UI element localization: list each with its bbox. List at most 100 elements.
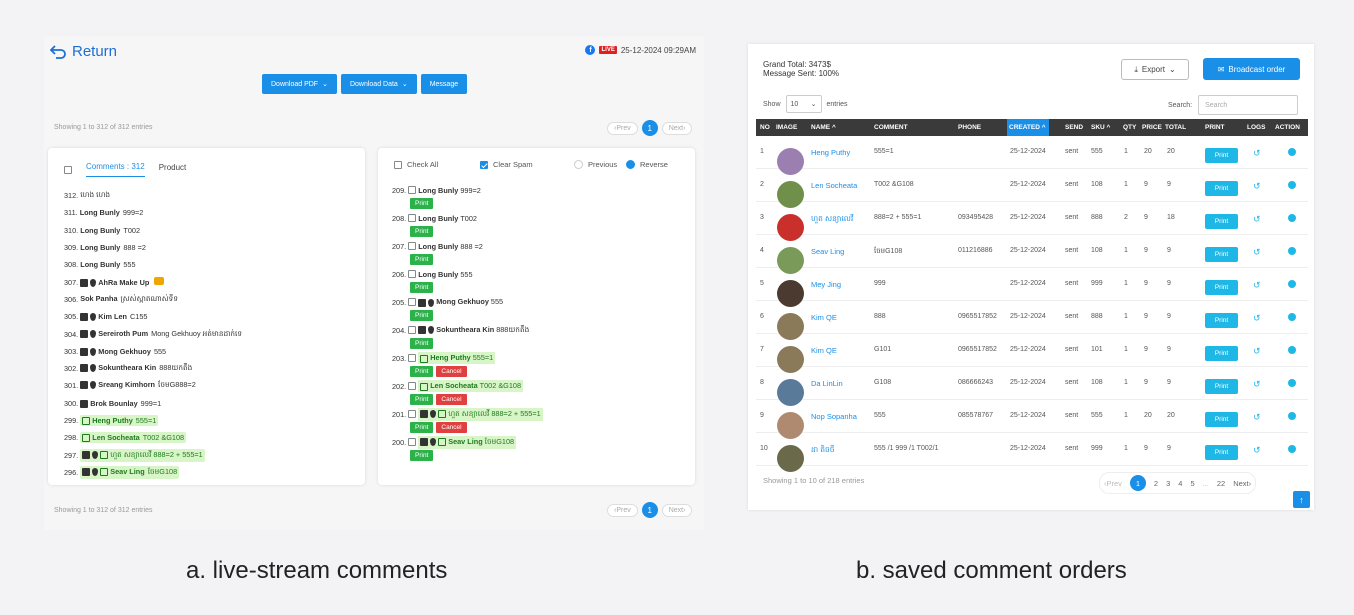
history-icon[interactable]: ↺ bbox=[1253, 247, 1261, 258]
cancel-button[interactable]: Cancel bbox=[436, 366, 467, 377]
print-button[interactable]: Print bbox=[410, 338, 434, 349]
print-button[interactable]: Print bbox=[1205, 445, 1238, 460]
history-icon[interactable]: ↺ bbox=[1253, 214, 1261, 225]
print-item-checkbox[interactable] bbox=[408, 354, 417, 362]
cell-name[interactable]: Kim QE bbox=[811, 346, 837, 355]
reverse-option[interactable]: Reverse bbox=[626, 160, 668, 169]
print-button[interactable]: Print bbox=[1205, 346, 1238, 361]
page-button[interactable]: 22 bbox=[1217, 479, 1225, 488]
message-button[interactable]: Message bbox=[420, 74, 468, 94]
print-button[interactable]: Print bbox=[410, 198, 434, 209]
page-1-button[interactable]: 1 bbox=[641, 502, 658, 518]
action-icon[interactable] bbox=[1288, 379, 1296, 387]
cell-name[interactable]: Da LinLin bbox=[811, 379, 843, 388]
cell-name[interactable]: ដា តិចចី bbox=[811, 445, 835, 456]
next-page-button[interactable]: Next› bbox=[661, 503, 693, 517]
cell-name[interactable]: Heng Puthy bbox=[811, 148, 850, 157]
print-button[interactable]: Print bbox=[410, 254, 434, 265]
column-header[interactable]: NAME ^ bbox=[811, 124, 836, 131]
history-icon[interactable]: ↺ bbox=[1253, 379, 1261, 390]
print-item-checkbox[interactable] bbox=[408, 438, 417, 446]
cell-name[interactable]: Nop Sopanha bbox=[811, 412, 857, 421]
page-1-button[interactable]: 1 bbox=[641, 120, 658, 136]
return-link[interactable]: Return bbox=[50, 43, 117, 60]
action-icon[interactable] bbox=[1288, 445, 1296, 453]
clear-spam-option[interactable]: Clear Spam bbox=[480, 160, 574, 169]
page-button[interactable]: 1 bbox=[1129, 475, 1146, 491]
print-button[interactable]: Print bbox=[410, 366, 434, 377]
tab-comments[interactable]: Comments : 312 bbox=[86, 162, 145, 177]
print-button[interactable]: Print bbox=[410, 394, 434, 405]
page-button[interactable]: 3 bbox=[1166, 479, 1170, 488]
print-item-checkbox[interactable] bbox=[408, 242, 417, 250]
next-page-button[interactable]: Next› bbox=[1233, 479, 1251, 488]
print-item-checkbox[interactable] bbox=[408, 214, 417, 222]
column-header[interactable]: CREATED ^ bbox=[1007, 119, 1049, 136]
cancel-button[interactable]: Cancel bbox=[436, 422, 467, 433]
action-icon[interactable] bbox=[1288, 412, 1296, 420]
cell-name[interactable]: Len Socheata bbox=[811, 181, 857, 190]
history-icon[interactable]: ↺ bbox=[1253, 346, 1261, 357]
cell-name[interactable]: Mey Jing bbox=[811, 280, 841, 289]
print-button[interactable]: Print bbox=[1205, 313, 1238, 328]
history-icon[interactable]: ↺ bbox=[1253, 280, 1261, 291]
print-button[interactable]: Print bbox=[410, 310, 434, 321]
print-item-checkbox[interactable] bbox=[408, 298, 417, 306]
previous-radio[interactable] bbox=[574, 160, 583, 169]
action-icon[interactable] bbox=[1288, 181, 1296, 189]
check-all-checkbox[interactable] bbox=[394, 160, 402, 169]
history-icon[interactable]: ↺ bbox=[1253, 445, 1261, 456]
cell-name[interactable]: Kim QE bbox=[811, 313, 837, 322]
prev-page-button[interactable]: ‹Prev bbox=[1104, 479, 1122, 488]
print-button[interactable]: Print bbox=[1205, 280, 1238, 295]
print-button[interactable]: Print bbox=[1205, 148, 1238, 163]
print-item-checkbox[interactable] bbox=[408, 270, 417, 278]
print-item-checkbox[interactable] bbox=[408, 186, 417, 194]
scroll-to-top-button[interactable]: ↑ bbox=[1293, 491, 1310, 508]
page-button[interactable]: 2 bbox=[1154, 479, 1158, 488]
history-icon[interactable]: ↺ bbox=[1253, 412, 1261, 423]
print-item-checkbox[interactable] bbox=[408, 410, 417, 418]
reverse-radio[interactable] bbox=[626, 160, 635, 169]
clear-spam-checkbox[interactable] bbox=[480, 160, 488, 169]
action-icon[interactable] bbox=[1288, 346, 1296, 354]
search-input[interactable]: Search bbox=[1198, 95, 1299, 115]
cancel-button[interactable]: Cancel bbox=[436, 394, 467, 405]
page-button[interactable]: 5 bbox=[1190, 479, 1194, 488]
select-all-checkbox[interactable] bbox=[64, 165, 72, 174]
print-button[interactable]: Print bbox=[410, 226, 434, 237]
cell-name[interactable]: Seav Ling bbox=[811, 247, 844, 256]
previous-option[interactable]: Previous bbox=[574, 160, 626, 169]
print-button[interactable]: Print bbox=[1205, 412, 1238, 427]
prev-page-button[interactable]: ‹Prev bbox=[607, 503, 638, 517]
action-icon[interactable] bbox=[1288, 247, 1296, 255]
print-button[interactable]: Print bbox=[410, 282, 434, 293]
page-size-select[interactable]: 10 ⌄ bbox=[785, 95, 822, 113]
cell-name[interactable]: ហួត សន្យាលេវី bbox=[811, 214, 853, 225]
action-icon[interactable] bbox=[1288, 148, 1296, 156]
history-icon[interactable]: ↺ bbox=[1253, 148, 1261, 159]
print-button[interactable]: Print bbox=[1205, 214, 1238, 229]
action-icon[interactable] bbox=[1288, 280, 1296, 288]
tab-product[interactable]: Product bbox=[159, 163, 187, 177]
history-icon[interactable]: ↺ bbox=[1253, 313, 1261, 324]
print-item-checkbox[interactable] bbox=[408, 382, 417, 390]
next-page-button[interactable]: Next› bbox=[661, 121, 693, 135]
download-data-button[interactable]: Download Data ⌄ bbox=[340, 74, 417, 94]
prev-page-button[interactable]: ‹Prev bbox=[607, 121, 638, 135]
export-button[interactable]: ⤓ Export ⌄ bbox=[1121, 59, 1189, 80]
print-button[interactable]: Print bbox=[1205, 247, 1238, 262]
print-button[interactable]: Print bbox=[1205, 181, 1238, 196]
column-header[interactable]: SKU ^ bbox=[1091, 124, 1110, 131]
action-icon[interactable] bbox=[1288, 313, 1296, 321]
download-pdf-button[interactable]: Download PDF ⌄ bbox=[262, 74, 337, 94]
print-button[interactable]: Print bbox=[410, 422, 434, 433]
action-icon[interactable] bbox=[1288, 214, 1296, 222]
broadcast-order-button[interactable]: ✉ Broadcast order bbox=[1203, 58, 1300, 80]
check-all-option[interactable]: Check All bbox=[394, 160, 480, 169]
print-item-checkbox[interactable] bbox=[408, 326, 417, 334]
page-button[interactable]: 4 bbox=[1178, 479, 1182, 488]
print-button[interactable]: Print bbox=[1205, 379, 1238, 394]
history-icon[interactable]: ↺ bbox=[1253, 181, 1261, 192]
print-button[interactable]: Print bbox=[410, 450, 434, 461]
